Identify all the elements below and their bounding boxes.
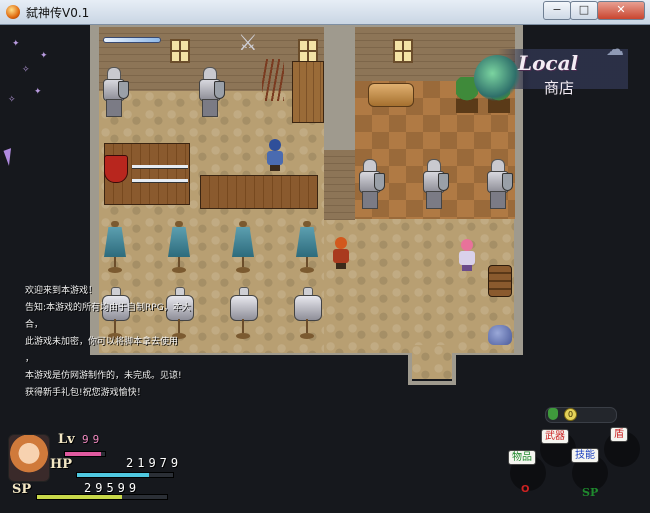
window-title: 弑神传V0.1: [26, 6, 90, 20]
armor-display: [420, 159, 449, 209]
robe-display: [230, 221, 256, 275]
emblem-icon: [474, 55, 520, 101]
wooden-cabinet: [292, 61, 324, 123]
maximize-button[interactable]: □: [570, 1, 598, 20]
armor-display: [100, 67, 129, 117]
pink-hair-npc[interactable]: [456, 239, 478, 271]
game-window: 弑神传V0.1 − □ ✕ ✦ ✧ ✦ ✧ ✦ ⚔ ☁ Local 商店 欢迎来…: [0, 0, 650, 513]
close-button[interactable]: ✕: [597, 1, 645, 20]
water-pot: [488, 325, 512, 345]
app-icon: [6, 5, 20, 19]
cloud-icon: ☁: [606, 39, 624, 60]
message-line: 此游戏未加密，你可以将脚本拿去使用: [25, 337, 179, 347]
barrel: [488, 265, 512, 297]
message-line: ，: [25, 354, 35, 364]
armor-display: [484, 159, 513, 209]
sparkle-icon: ✦: [12, 39, 20, 49]
location-banner: ☁ Local 商店: [474, 37, 628, 101]
player-portrait: [8, 434, 50, 482]
location-subtitle: 商店: [544, 79, 575, 97]
sparkle-icon: ✧: [22, 65, 30, 75]
message-line: 合，: [25, 320, 44, 330]
o-key-label[interactable]: O: [521, 484, 530, 495]
cushion: [368, 83, 414, 107]
robe-display: [102, 221, 128, 275]
armor-display: [196, 67, 225, 117]
sword-display-icon: [132, 165, 188, 168]
gem-icon: [548, 408, 558, 420]
sp-bar: [36, 494, 168, 500]
message-line: 告知:本游戏的所有均由于自制RPG，本大: [25, 303, 191, 313]
minimize-button[interactable]: −: [543, 1, 571, 20]
level-bar-fill: [65, 452, 101, 456]
location-title: Local: [518, 51, 579, 75]
shield-menu-button[interactable]: 盾: [610, 427, 628, 442]
hp-bar-fill: [77, 473, 149, 477]
crossed-swords-icon: ⚔: [238, 31, 258, 56]
robe-display: [166, 221, 192, 275]
message-line: 获得新手礼包!祝您游戏愉快！: [25, 388, 146, 398]
items-menu-button[interactable]: 物品: [508, 450, 536, 465]
window: [393, 39, 413, 63]
sparkle-icon: ✦: [34, 87, 42, 97]
gold-coin-icon: 0: [564, 408, 577, 421]
skills-menu-button[interactable]: 技能: [571, 448, 599, 463]
message-line: 本游戏是仿网游制作的，未完成。见谅!: [25, 371, 182, 381]
mouse-cursor-icon: [3, 148, 17, 166]
level-label: Lv: [58, 432, 75, 447]
sword-display-icon: [104, 38, 160, 42]
sp-value: 29599: [84, 481, 141, 495]
hp-bar: [76, 472, 174, 478]
weapon-menu-button[interactable]: 武器: [541, 429, 569, 444]
sparkle-icon: ✦: [40, 51, 48, 61]
shopkeeper-npc[interactable]: [264, 139, 286, 171]
message-log: 欢迎来到本游戏！ 告知:本游戏的所有均由于自制RPG，本大 合， 此游戏未加密，…: [25, 283, 225, 402]
plate-armor-display: [292, 287, 322, 341]
sp-key-label[interactable]: SP: [582, 486, 598, 499]
spear-rack-icon: [262, 59, 284, 101]
title-bar[interactable]: 弑神传V0.1 − □ ✕: [0, 0, 650, 25]
shop-table: [200, 175, 318, 209]
message-line: 欢迎来到本游戏！: [25, 286, 98, 296]
window: [170, 39, 190, 63]
level-value: 99: [82, 433, 104, 446]
sp-label: SP: [12, 482, 32, 497]
robe-display: [294, 221, 320, 275]
plate-armor-display: [228, 287, 258, 341]
red-shield-icon: [104, 155, 128, 183]
sp-bar-fill: [37, 495, 122, 499]
hp-value: 21979: [126, 456, 183, 470]
hp-label: HP: [50, 457, 73, 472]
player-character[interactable]: [330, 237, 352, 269]
sparkle-icon: ✧: [8, 95, 16, 105]
window: [298, 39, 318, 63]
armor-display: [356, 159, 385, 209]
sword-display-icon: [132, 179, 188, 182]
game-viewport[interactable]: ✦ ✧ ✦ ✧ ✦ ⚔ ☁ Local 商店 欢迎来到本游戏！ 告知:本游戏的所…: [0, 25, 650, 513]
